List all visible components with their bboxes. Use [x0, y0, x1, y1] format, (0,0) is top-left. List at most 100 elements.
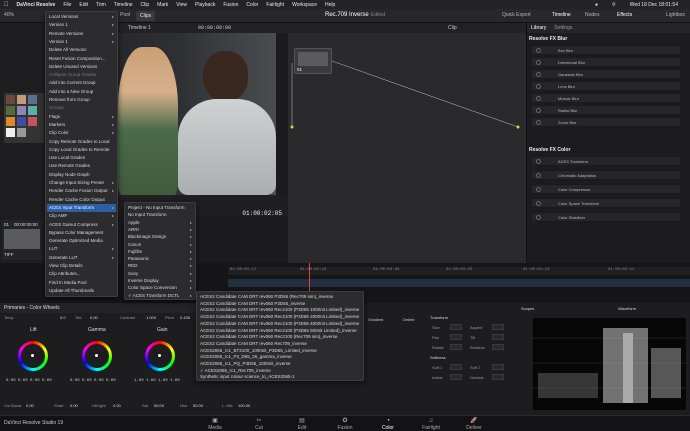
context-menu-item[interactable]: Generate LUT: [49, 255, 78, 260]
delete-button[interactable]: Delete: [403, 317, 415, 322]
transform-rotation-input[interactable]: [492, 344, 504, 350]
soft1-input[interactable]: [450, 364, 462, 370]
context-menu-item[interactable]: Bypass Color Management: [49, 230, 103, 235]
blur-section-title[interactable]: Resolve FX Blur: [529, 36, 567, 42]
dctl-menu-item[interactable]: ACES2 Candidate CAM DRT rev060 Rec2100 (…: [200, 321, 359, 326]
lift-wheel[interactable]: [18, 341, 48, 371]
dctl-menu-item[interactable]: ACES2065_rc1_P3_D65_26_gamma_inverse: [200, 354, 292, 359]
dctl-menu-item[interactable]: ACES2 Candidate CAM DRT rev060 Rec2100 (…: [200, 334, 337, 339]
fx-lens-blur[interactable]: Lens Blur: [531, 81, 681, 91]
dctl-menu-item[interactable]: ACES2 Candidate CAM DRT rev060 Rec2100 (…: [200, 328, 357, 333]
video-track[interactable]: [228, 279, 690, 287]
transform-tilt-input[interactable]: [492, 334, 504, 340]
sat-value[interactable]: 50.00: [154, 403, 164, 408]
fx-color-compressor[interactable]: Color Compressor: [531, 184, 681, 194]
context-menu-item[interactable]: Reset Fusion Composition...: [49, 56, 106, 61]
menu-fairlight[interactable]: Fairlight: [266, 2, 284, 8]
dctl-menu-item[interactable]: ACES2065_rc1_PQ_P3D65_1000nit_inverse: [200, 361, 291, 366]
hue-value[interactable]: 50.00: [193, 403, 203, 408]
transform-pan-input[interactable]: [450, 334, 462, 340]
context-menu-item[interactable]: Add into Current Group: [49, 80, 96, 85]
context-menu-item[interactable]: Render Cache Fusion Output: [49, 188, 108, 193]
context-menu-item[interactable]: Update All Thumbnails: [49, 288, 94, 293]
dctl-menu-item[interactable]: ACES2065_rc1_BT2100_1000nit_P3D65_Limite…: [200, 348, 317, 353]
color-section-title[interactable]: Resolve FX Color: [529, 147, 570, 153]
menu-trim[interactable]: Trim: [96, 2, 106, 8]
aces-menu-item[interactable]: Inverse Display: [128, 278, 159, 283]
transform-aspect-input[interactable]: [492, 324, 504, 330]
fx-directional-blur[interactable]: Directional Blur: [531, 57, 681, 67]
gamma-values[interactable]: 0.00 0.00 0.00 0.00: [70, 379, 116, 383]
source-timecode[interactable]: 00:00:00:00: [198, 25, 231, 31]
page-color[interactable]: ◔ Color: [373, 416, 403, 431]
menu-help[interactable]: Help: [325, 2, 335, 8]
lmix-value[interactable]: 100.00: [238, 403, 250, 408]
lift-values[interactable]: 0.00 0.00 0.00 0.00: [6, 379, 52, 383]
menu-color[interactable]: Color: [246, 2, 258, 8]
context-menu-item[interactable]: Find In Media Pool: [49, 280, 87, 285]
pool-button[interactable]: Pool: [120, 12, 130, 18]
clip-thumbnail[interactable]: 01 00:00:00:00 TIFF: [2, 220, 42, 260]
gain-wheel[interactable]: [145, 341, 175, 371]
timeline-toggle[interactable]: Timeline: [552, 12, 571, 18]
menu-mark[interactable]: Mark: [157, 2, 168, 8]
node-mode-selector[interactable]: Clip: [448, 25, 457, 31]
clips-button[interactable]: Clips: [136, 11, 156, 21]
context-menu-item[interactable]: Use Remote Grades: [49, 163, 90, 168]
menu-fusion[interactable]: Fusion: [223, 2, 238, 8]
dctl-menu-item[interactable]: ACES2 Candidate CAM DRT rev060 Rec709_in…: [200, 341, 307, 346]
clock[interactable]: Wed 18 Dec 18:01:54: [630, 2, 678, 8]
page-media[interactable]: ▣ Media: [200, 417, 230, 431]
transform-rotate-input[interactable]: [450, 344, 462, 350]
page-deliver[interactable]: 🚀 Deliver: [459, 417, 489, 431]
quick-export-button[interactable]: Quick Export: [502, 12, 531, 18]
contrast-value[interactable]: 1.000: [146, 315, 156, 320]
temp-value[interactable]: 0.0: [60, 315, 66, 320]
zoom-level[interactable]: 40%: [4, 12, 14, 18]
scope-mode-selector[interactable]: Waveform: [618, 306, 636, 311]
lightbox-toggle[interactable]: Lightbox: [666, 12, 685, 18]
page-cut[interactable]: ✂ Cut: [244, 417, 274, 431]
page-fusion[interactable]: ✪ Fusion: [330, 417, 360, 431]
apple-icon[interactable]: : [4, 2, 9, 8]
nodes-toggle[interactable]: Nodes: [585, 12, 599, 18]
tint-value[interactable]: 0.00: [90, 315, 98, 320]
timeline-selector[interactable]: Timeline 1: [128, 25, 151, 31]
context-menu-item[interactable]: Remote Versions: [49, 31, 83, 36]
context-menu-item[interactable]: Copy Remote Grades to Local: [49, 139, 110, 144]
aces-menu-item[interactable]: Canon: [128, 242, 141, 247]
context-menu-item[interactable]: Use Local Grades: [49, 155, 85, 160]
aces-menu-item[interactable]: RED: [128, 263, 138, 268]
context-menu-item[interactable]: ACES Input Transform: [49, 205, 94, 210]
fx-box-blur[interactable]: Box Blur: [531, 45, 681, 55]
col-boost-value[interactable]: 0.00: [26, 403, 34, 408]
aces-menu-item[interactable]: Panasonic: [128, 256, 149, 261]
dctl-menu-item[interactable]: ACES2 Candidate CAM DRT rev060 P3D65_inv…: [200, 301, 305, 306]
gradient-tab[interactable]: Gradient: [368, 317, 383, 322]
dctl-menu-item[interactable]: ACES2 Candidate CAM DRT rev060 Rec2100 (…: [200, 307, 359, 312]
aces-menu-item[interactable]: No Input Transform: [128, 212, 167, 217]
context-menu-item[interactable]: ACES Gamut Compress: [49, 222, 98, 227]
context-menu-item[interactable]: Markers: [49, 122, 65, 127]
context-menu-item[interactable]: Generate Optimized Media: [49, 238, 103, 243]
node-editor[interactable]: 01: [288, 33, 526, 263]
aces-menu-item[interactable]: Color Space Conversion: [128, 285, 177, 290]
menu-clip[interactable]: Clip: [141, 2, 150, 8]
pivot-value[interactable]: 0.435: [180, 315, 190, 320]
context-menu-item[interactable]: Delete Unused Versions: [49, 64, 97, 69]
viewer[interactable]: [118, 33, 276, 195]
context-menu-item[interactable]: Clip Color: [49, 130, 69, 135]
menu-app[interactable]: DaVinci Resolve: [17, 2, 56, 8]
aces-menu-item[interactable]: Apple: [128, 220, 140, 225]
fx-color-space-transform[interactable]: Color Space Transform: [531, 198, 681, 208]
context-menu-item[interactable]: Delete All Versions: [49, 47, 87, 52]
dctl-menu-item[interactable]: ✓ ACES2065_rc1_Rec709_inverse: [200, 368, 271, 374]
page-fairlight[interactable]: ♫ Fairlight: [416, 417, 446, 431]
fx-chromatic-adaptation[interactable]: Chromatic Adaptation: [531, 170, 681, 180]
color-chart-thumb[interactable]: [4, 93, 44, 143]
tab-library[interactable]: Library: [531, 25, 546, 31]
fx-mosaic-blur[interactable]: Mosaic Blur: [531, 93, 681, 103]
context-menu-item[interactable]: Add into a New Group: [49, 89, 93, 94]
gain-values[interactable]: 1.00 1.00 1.00 1.00: [134, 379, 180, 383]
fx-zoom-blur[interactable]: Zoom Blur: [531, 117, 681, 127]
